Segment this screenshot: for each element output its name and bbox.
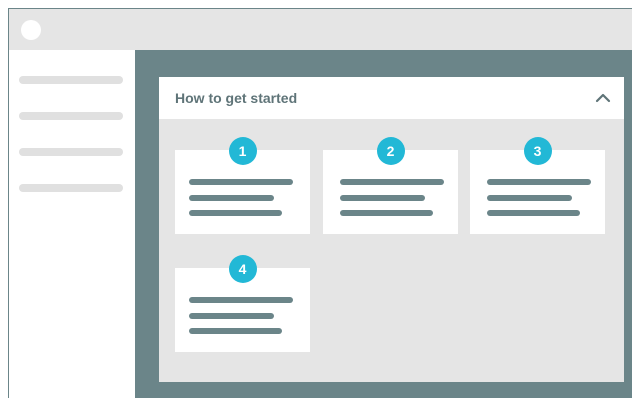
text-placeholder-line bbox=[487, 179, 591, 185]
text-placeholder-line bbox=[189, 297, 293, 303]
sidebar-item-placeholder[interactable] bbox=[19, 76, 123, 84]
sidebar-item-placeholder[interactable] bbox=[19, 112, 123, 120]
text-placeholder-line bbox=[340, 210, 433, 216]
text-placeholder-line bbox=[487, 195, 572, 201]
panel-title: How to get started bbox=[175, 90, 298, 106]
text-placeholder-line bbox=[189, 179, 293, 185]
step-number-badge: 4 bbox=[228, 255, 257, 283]
window-control-dot[interactable] bbox=[21, 20, 41, 40]
step-card[interactable]: 4 bbox=[175, 255, 310, 352]
collapse-button[interactable] bbox=[592, 87, 614, 109]
text-placeholder-line bbox=[487, 210, 580, 216]
app-window: How to get started 1 2 3 4 bbox=[8, 8, 632, 398]
text-placeholder-line bbox=[189, 328, 282, 334]
getting-started-panel: How to get started 1 2 3 4 bbox=[159, 77, 624, 382]
step-card[interactable]: 2 bbox=[323, 137, 458, 234]
text-placeholder-line bbox=[189, 313, 274, 319]
sidebar-item-placeholder[interactable] bbox=[19, 184, 123, 192]
sidebar-item-placeholder[interactable] bbox=[19, 148, 123, 156]
step-number-badge: 2 bbox=[376, 137, 405, 165]
text-placeholder-line bbox=[340, 195, 425, 201]
text-placeholder-line bbox=[189, 195, 274, 201]
main-content: How to get started 1 2 3 4 bbox=[135, 50, 632, 398]
chevron-up-icon bbox=[595, 93, 611, 103]
sidebar bbox=[9, 50, 135, 398]
step-card[interactable]: 3 bbox=[470, 137, 605, 234]
step-number-badge: 1 bbox=[228, 137, 257, 165]
step-number-badge: 3 bbox=[523, 137, 552, 165]
text-placeholder-line bbox=[189, 210, 282, 216]
panel-header[interactable]: How to get started bbox=[159, 77, 624, 119]
text-placeholder-line bbox=[340, 179, 444, 185]
step-card[interactable]: 1 bbox=[175, 137, 310, 234]
title-bar bbox=[9, 9, 632, 50]
